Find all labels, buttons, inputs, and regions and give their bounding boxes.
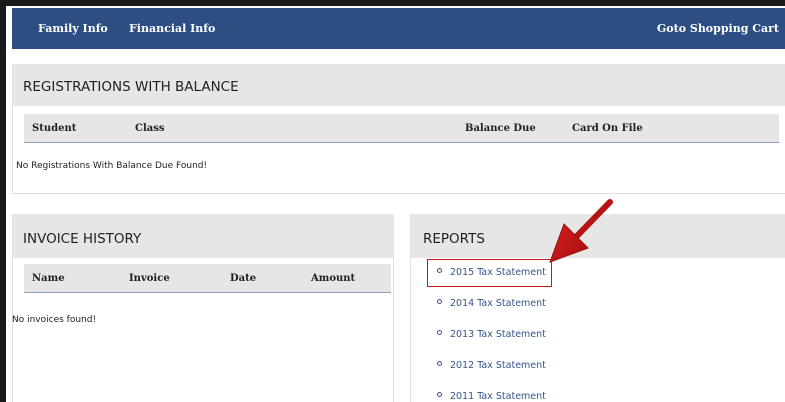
bullet-icon — [437, 361, 442, 366]
nav-family-info[interactable]: Family Info — [38, 22, 108, 35]
column-amount: Amount — [311, 273, 356, 284]
registrations-table-header: Student Class Balance Due Card On File — [24, 114, 779, 143]
report-link-2014[interactable]: 2014 Tax Statement — [437, 298, 546, 309]
top-nav-bar: Family Info Financial Info Goto Shopping… — [12, 8, 785, 49]
column-name: Name — [32, 273, 65, 284]
registrations-panel: REGISTRATIONS WITH BALANCE Student Class… — [12, 64, 785, 194]
column-balance-due: Balance Due — [465, 123, 536, 134]
report-link-label: 2014 Tax Statement — [450, 298, 546, 309]
column-invoice: Invoice — [129, 273, 170, 284]
column-class: Class — [135, 123, 165, 134]
report-link-2013[interactable]: 2013 Tax Statement — [437, 329, 546, 340]
report-link-label: 2013 Tax Statement — [450, 329, 546, 340]
nav-financial-info[interactable]: Financial Info — [129, 22, 215, 35]
report-link-2011[interactable]: 2011 Tax Statement — [437, 391, 546, 402]
report-link-2012[interactable]: 2012 Tax Statement — [437, 360, 546, 371]
column-card-on-file: Card On File — [572, 123, 643, 134]
highlight-box — [427, 259, 552, 287]
invoice-history-panel: INVOICE HISTORY Name Invoice Date Amount — [12, 214, 394, 402]
bullet-icon — [437, 392, 442, 397]
column-student: Student — [32, 123, 77, 134]
registrations-title: REGISTRATIONS WITH BALANCE — [13, 64, 785, 106]
invoices-empty-message: No invoices found! — [12, 315, 97, 325]
invoice-history-title: INVOICE HISTORY — [13, 214, 394, 258]
reports-title: REPORTS — [411, 214, 785, 258]
column-date: Date — [230, 273, 257, 284]
report-link-label: 2011 Tax Statement — [450, 391, 546, 402]
report-link-label: 2012 Tax Statement — [450, 360, 546, 371]
nav-shopping-cart[interactable]: Goto Shopping Cart — [657, 22, 779, 35]
bullet-icon — [437, 299, 442, 304]
invoice-table-header: Name Invoice Date Amount — [24, 264, 391, 293]
bullet-icon — [437, 330, 442, 335]
registrations-empty-message: No Registrations With Balance Due Found! — [16, 161, 208, 171]
